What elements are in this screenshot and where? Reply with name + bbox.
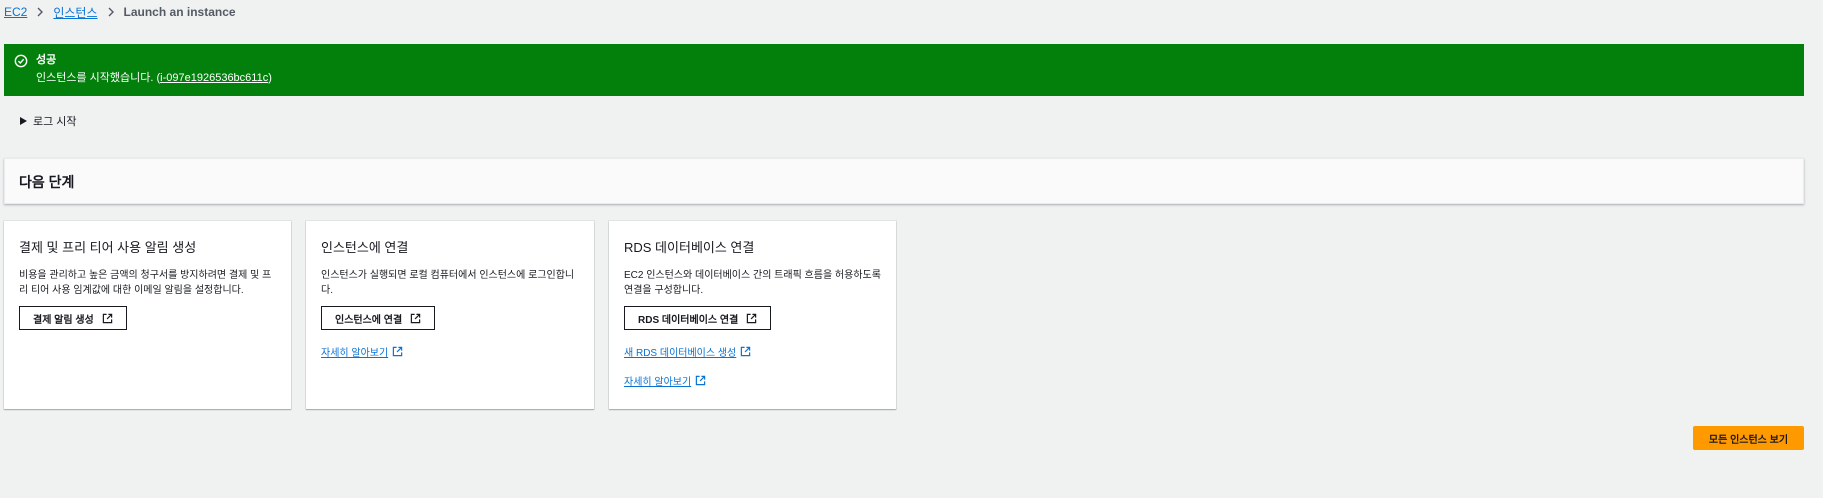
external-link-icon [695,375,706,386]
create-billing-alert-button[interactable]: 결제 알림 생성 [19,306,127,330]
flash-message: 인스턴스를 시작했습니다. (i-097e1926536bc611c) [36,70,272,86]
caret-right-icon [20,117,27,125]
breadcrumb-link-instances[interactable]: 인스턴스 [53,4,97,21]
card-title: 결제 및 프리 티어 사용 알림 생성 [19,240,197,255]
chevron-right-icon [106,7,116,17]
connect-instance-button[interactable]: 인스턴스에 연결 [321,306,436,330]
connect-instance-card: 인스턴스에 연결 인스턴스가 실행되면 로컬 컴퓨터에서 인스턴스에 로그인합니… [306,221,594,409]
connect-rds-button[interactable]: RDS 데이터베이스 연결 [624,306,772,330]
next-steps-title: 다음 단계 [19,174,75,190]
learn-more-link[interactable]: 자세히 알아보기 [624,373,706,388]
card-title: 인스턴스에 연결 [321,240,409,255]
check-circle-icon [14,54,28,68]
link-label: 자세히 알아보기 [624,377,692,388]
rds-connect-card: RDS 데이터베이스 연결 EC2 인스턴스와 데이터베이스 간의 트래픽 흐름… [609,221,896,409]
view-all-instances-button[interactable]: 모든 인스턴스 보기 [1693,426,1804,450]
external-link-icon [410,313,421,323]
instance-id-link[interactable]: i-097e1926536bc611c [160,72,268,84]
button-label: 인스턴스에 연결 [335,314,403,326]
chevron-right-icon [35,7,45,17]
external-link-icon [102,313,112,323]
billing-alert-card: 결제 및 프리 티어 사용 알림 생성 비용을 관리하고 높은 금액의 청구서를… [4,221,291,409]
breadcrumb-current: Launch an instance [123,5,236,19]
external-link-icon [392,346,403,357]
link-label: 자세히 알아보기 [321,348,389,359]
external-link-icon [747,313,757,323]
card-description: 비용을 관리하고 높은 금액의 청구서를 방지하려면 결제 및 프리 티어 사용… [19,270,272,296]
breadcrumb-link-ec2[interactable]: EC2 [4,5,27,19]
log-expand-toggle[interactable]: 로그 시작 [20,113,77,129]
flash-title: 성공 [36,54,57,66]
breadcrumb: EC2 인스턴스 Launch an instance [4,4,236,20]
card-title: RDS 데이터베이스 연결 [624,240,755,255]
log-toggle-label: 로그 시작 [33,116,77,128]
link-label: 새 RDS 데이터베이스 생성 [624,348,737,359]
card-description: 인스턴스가 실행되면 로컬 컴퓨터에서 인스턴스에 로그인합니다. [321,270,575,296]
card-description: EC2 인스턴스와 데이터베이스 간의 트래픽 흐름을 허용하도록 연결을 구성… [624,270,881,296]
button-label: 결제 알림 생성 [33,314,94,326]
next-steps-header: 다음 단계 [4,158,1804,204]
external-link-icon [741,346,751,357]
learn-more-link[interactable]: 자세히 알아보기 [321,344,403,359]
success-flash-banner: 성공 인스턴스를 시작했습니다. (i-097e1926536bc611c) [4,44,1804,96]
flash-message-prefix: 인스턴스를 시작했습니다. ( [36,72,161,84]
create-rds-database-link[interactable]: 새 RDS 데이터베이스 생성 [624,344,751,359]
flash-content: 성공 인스턴스를 시작했습니다. (i-097e1926536bc611c) [36,53,272,87]
button-label: RDS 데이터베이스 연결 [638,314,739,326]
flash-message-suffix: ) [268,72,272,84]
